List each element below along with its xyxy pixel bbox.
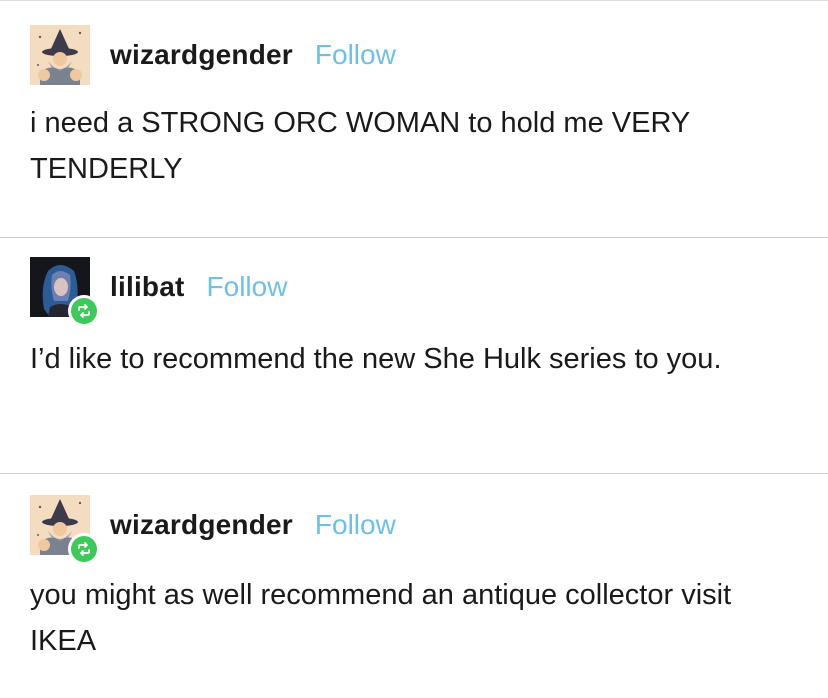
post: wizardgender Follow you might as well re… <box>0 474 828 698</box>
reblog-icon <box>68 533 100 565</box>
post-body-text: you might as well recommend an antique c… <box>30 579 732 657</box>
follow-button[interactable]: Follow <box>315 39 396 71</box>
post-body-text: i need a STRONG ORC WOMAN to hold me VER… <box>30 107 690 185</box>
follow-button[interactable]: Follow <box>207 271 288 303</box>
follow-button[interactable]: Follow <box>315 509 396 541</box>
reblog-icon <box>68 295 100 327</box>
username[interactable]: wizardgender <box>110 509 293 541</box>
post-header: wizardgender Follow <box>30 494 396 565</box>
post-body-text: I’d like to recommend the new She Hulk s… <box>30 343 722 375</box>
post-header: wizardgender Follow <box>30 24 396 86</box>
post-header: lilibat Follow <box>30 256 288 327</box>
person-avatar-icon[interactable] <box>30 257 100 327</box>
post: wizardgender Follow i need a STRONG ORC … <box>0 0 828 238</box>
post: lilibat Follow I’d like to recommend the… <box>0 238 828 474</box>
username[interactable]: wizardgender <box>110 39 293 71</box>
username[interactable]: lilibat <box>110 271 185 303</box>
wizard-avatar-icon[interactable] <box>30 25 90 85</box>
wizard-avatar-icon[interactable] <box>30 495 100 565</box>
